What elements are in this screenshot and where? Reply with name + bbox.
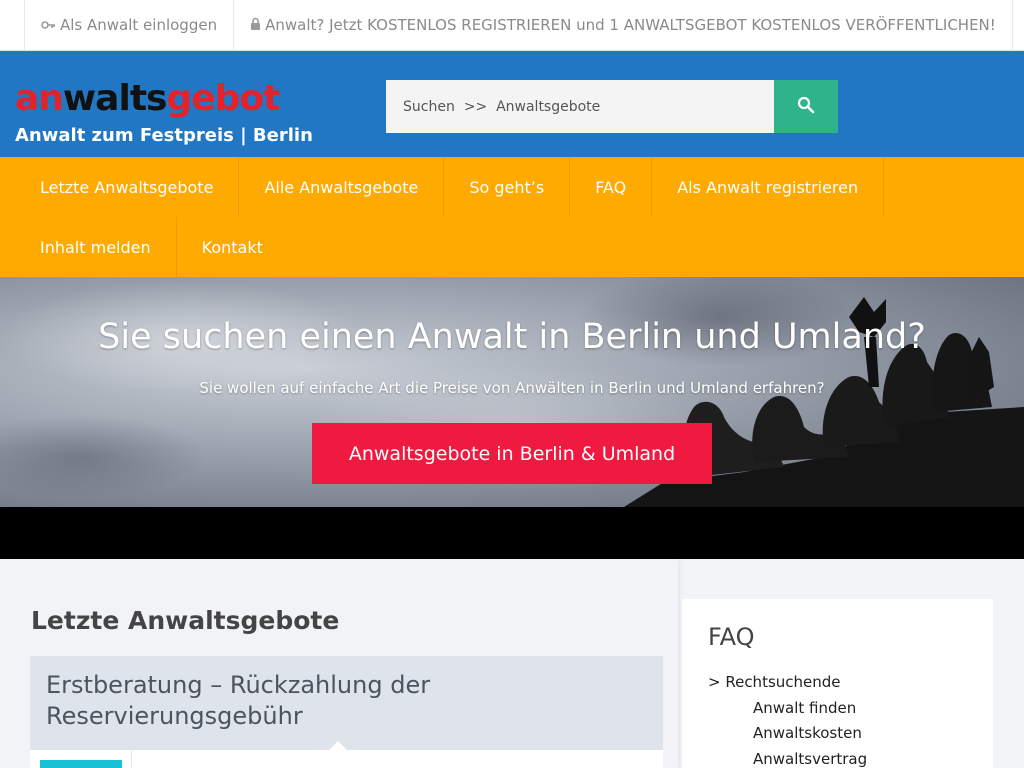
- sidebar-link-anwaltsvertrag[interactable]: Anwaltsvertrag: [753, 750, 867, 768]
- main-content: Letzte Anwaltsgebote Erstberatung – Rück…: [0, 559, 1024, 768]
- post-divider: [131, 750, 132, 768]
- post-card-header[interactable]: Erstberatung – Rückzahlung der Reservier…: [30, 656, 663, 751]
- nav-item-so-gehts[interactable]: So geht’s: [444, 157, 571, 217]
- search-icon: [797, 96, 815, 117]
- search-input[interactable]: [386, 80, 774, 133]
- search-form: [386, 80, 838, 133]
- search-button[interactable]: [774, 80, 838, 133]
- login-link[interactable]: Als Anwalt einloggen: [24, 0, 235, 50]
- hero-bottom-band: [0, 507, 1024, 559]
- post-title[interactable]: Erstberatung – Rückzahlung der Reservier…: [46, 670, 606, 732]
- register-link[interactable]: Anwalt? Jetzt KOSTENLOS REGISTRIEREN und…: [234, 0, 1013, 50]
- content-column: Letzte Anwaltsgebote Erstberatung – Rück…: [0, 559, 678, 768]
- login-label: Als Anwalt einloggen: [60, 16, 218, 34]
- hero-title: Sie suchen einen Anwalt in Berlin und Um…: [98, 317, 926, 357]
- nav-item-faq[interactable]: FAQ: [570, 157, 653, 217]
- hero-banner: Sie suchen einen Anwalt in Berlin und Um…: [0, 277, 1024, 507]
- main-nav: Letzte Anwaltsgebote Alle Anwaltsgebote …: [0, 157, 1024, 277]
- sidebar-link-anwalt-finden[interactable]: Anwalt finden: [753, 699, 856, 717]
- hero-cta-button[interactable]: Anwaltsgebote in Berlin & Umland: [312, 423, 712, 484]
- sidebar-category-rechtsuchende[interactable]: > Rechtsuchende: [708, 673, 841, 691]
- site-header: anwaltsgebot Anwalt zum Festpreis | Berl…: [0, 51, 1024, 157]
- site-logo[interactable]: anwaltsgebot: [15, 78, 280, 119]
- nav-item-als-anwalt-registrieren[interactable]: Als Anwalt registrieren: [652, 157, 885, 217]
- nav-item-alle-anwaltsgebote[interactable]: Alle Anwaltsgebote: [239, 157, 445, 217]
- post-card-body: [30, 750, 663, 768]
- sidebar-link-anwaltskosten[interactable]: Anwaltskosten: [753, 724, 862, 742]
- top-bar: Als Anwalt einloggen Anwalt? Jetzt KOSTE…: [0, 0, 1024, 51]
- hero-subtitle: Sie wollen auf einfache Art die Preise v…: [199, 379, 825, 397]
- nav-item-letzte-anwaltsgebote[interactable]: Letzte Anwaltsgebote: [15, 157, 240, 217]
- nav-item-kontakt[interactable]: Kontakt: [177, 217, 288, 277]
- logo-part-gebot: gebot: [166, 78, 280, 119]
- key-icon: [41, 16, 56, 34]
- section-title: Letzte Anwaltsgebote: [31, 606, 340, 635]
- logo-part-walts: walts: [62, 78, 168, 119]
- lock-icon: [250, 16, 261, 34]
- nav-item-inhalt-melden[interactable]: Inhalt melden: [15, 217, 177, 277]
- post-badge: [40, 760, 122, 768]
- register-label: Anwalt? Jetzt KOSTENLOS REGISTRIEREN und…: [265, 16, 996, 34]
- site-tagline: Anwalt zum Festpreis | Berlin: [15, 125, 313, 146]
- logo-part-an: an: [15, 78, 64, 119]
- faq-sidebar: FAQ > Rechtsuchende Anwalt finden Anwalt…: [682, 599, 993, 768]
- sidebar-title: FAQ: [708, 623, 755, 651]
